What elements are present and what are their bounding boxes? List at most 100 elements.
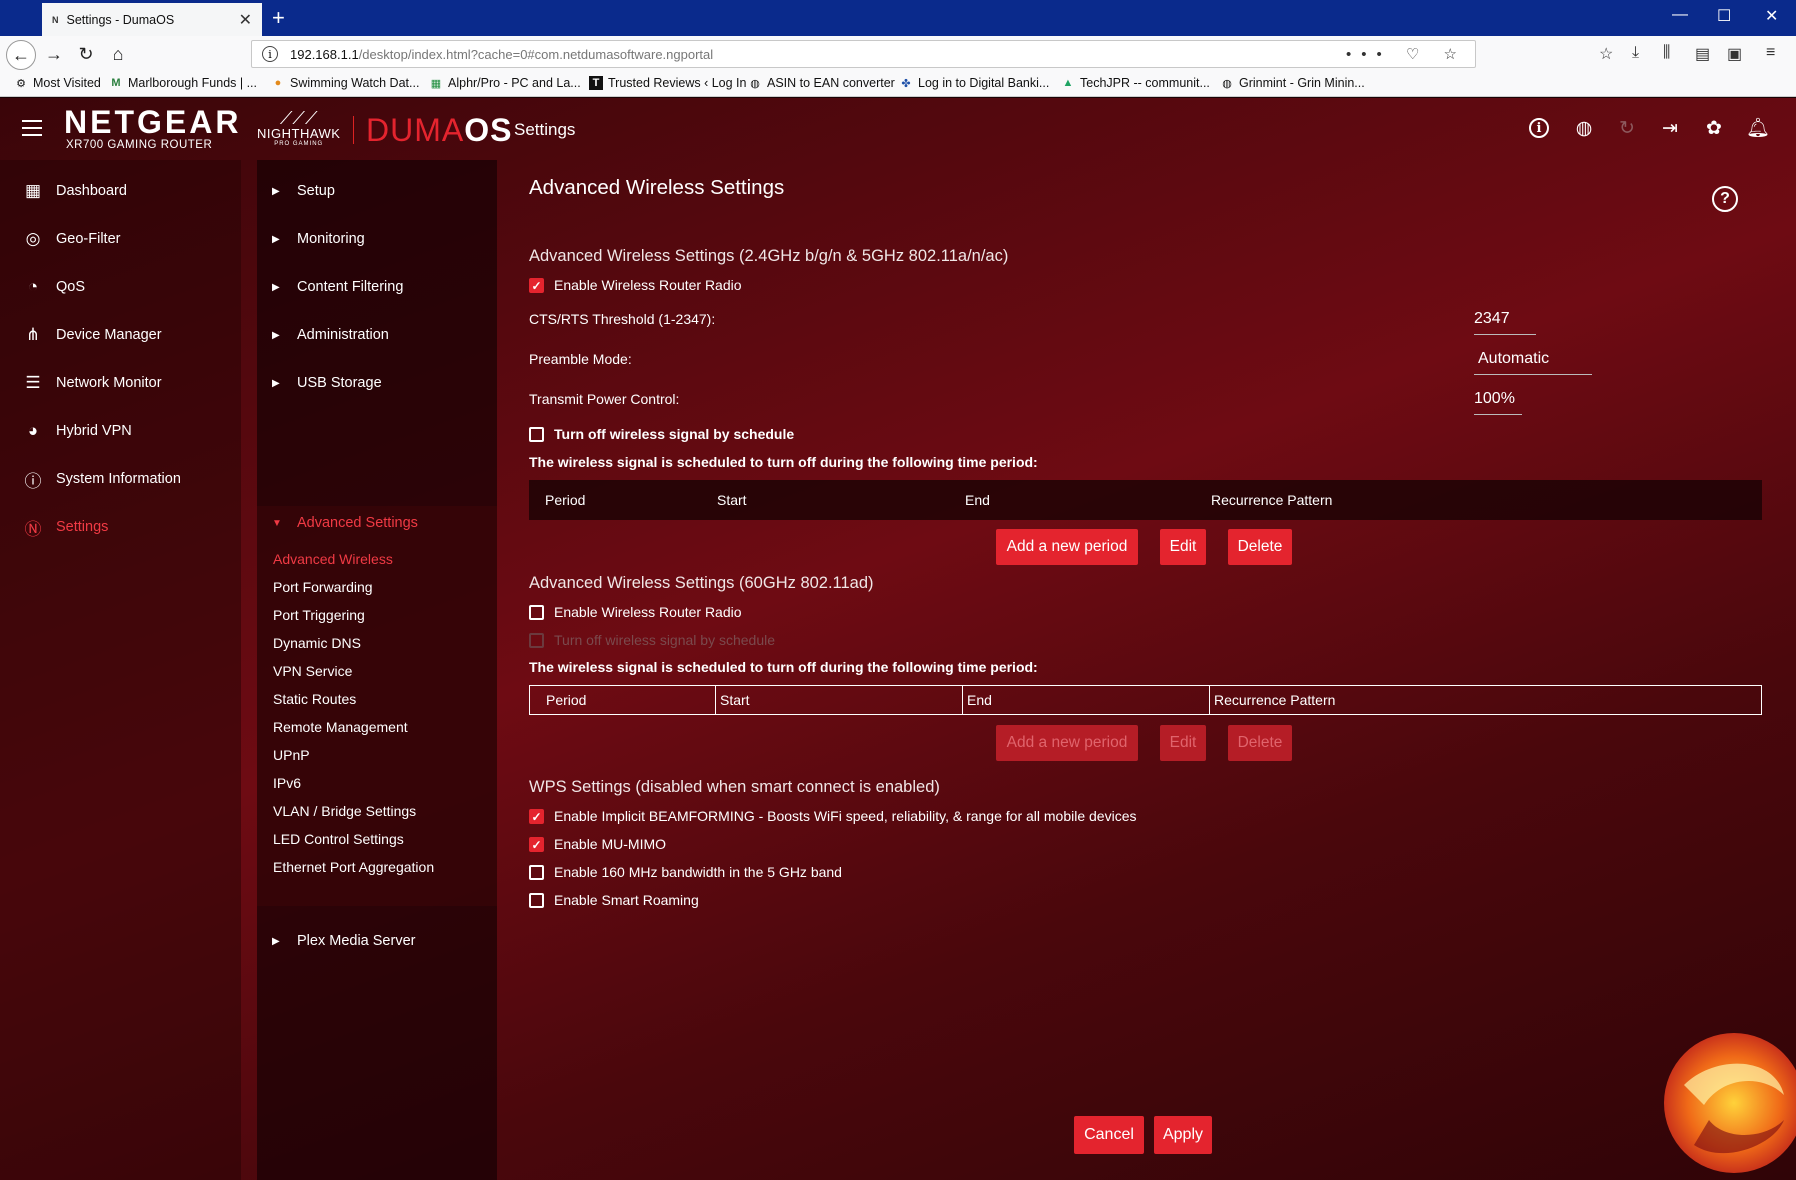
subnav-child-ethernet-aggregation[interactable]: Ethernet Port Aggregation [273, 859, 434, 875]
subnav-item-administration[interactable]: ▶ Administration [257, 318, 497, 352]
logout-icon[interactable]: ⇥ [1658, 116, 1682, 140]
edit-button-24-5[interactable]: Edit [1160, 529, 1206, 565]
preamble-mode-select[interactable]: Automatic [1474, 348, 1592, 375]
globe-icon[interactable]: ◍ [1572, 116, 1596, 140]
bookmark-star-icon[interactable]: ☆ [1599, 44, 1613, 64]
subnav-child-vpn-service[interactable]: VPN Service [273, 663, 352, 679]
hamburger-menu-icon[interactable] [22, 120, 42, 141]
subnav-item-content-filtering[interactable]: ▶ Content Filtering [257, 270, 497, 304]
subnav-item-advanced-settings[interactable]: ▼ Advanced Settings [257, 506, 497, 540]
gear-icon: ⚙ [16, 77, 26, 90]
forward-icon[interactable]: → [42, 42, 66, 66]
extension-icon[interactable]: ▣ [1727, 44, 1742, 64]
add-period-button-24-5[interactable]: Add a new period [996, 529, 1138, 565]
help-icon[interactable]: ? [1712, 186, 1738, 212]
info-icon[interactable]: i [1529, 118, 1549, 138]
downloads-icon[interactable]: ⤓ [1632, 44, 1639, 62]
home-icon[interactable]: ⌂ [106, 42, 130, 66]
bookmark-item[interactable]: ◍ ASIN to EAN converter [748, 76, 895, 90]
globe-icon: ◍ [1222, 77, 1232, 90]
hybrid-vpn-icon: ◕ [27, 421, 39, 440]
site-info-icon[interactable]: i [262, 46, 278, 62]
sidebar-item-system-information[interactable]: ⓘ System Information [0, 462, 241, 496]
enable-radio-60-row[interactable]: Enable Wireless Router Radio [529, 603, 742, 620]
refresh-icon[interactable]: ↻ [1615, 116, 1639, 140]
schedule-note-24-5: The wireless signal is scheduled to turn… [529, 454, 1038, 470]
enable-radio-60-checkbox[interactable] [529, 605, 544, 620]
column-divider [715, 686, 716, 714]
bookmark-item[interactable]: ▲ TechJPR -- communit... [1061, 76, 1210, 90]
enable-radio-24-5-row[interactable]: ✓ Enable Wireless Router Radio [529, 276, 742, 293]
subnav-child-upnp[interactable]: UPnP [273, 747, 310, 763]
cts-rts-input[interactable] [1474, 308, 1536, 335]
caret-right-icon: ▶ [272, 185, 280, 197]
sidebar-item-device-manager[interactable]: ⋔ Device Manager [0, 318, 241, 352]
add-period-button-60: Add a new period [996, 725, 1138, 761]
bw160-row[interactable]: Enable 160 MHz bandwidth in the 5 GHz ba… [529, 863, 842, 880]
column-header-end: End [967, 692, 992, 708]
sidebar-item-settings[interactable]: Ⓝ Settings [0, 510, 241, 544]
beamforming-row[interactable]: ✓ Enable Implicit BEAMFORMING - Boosts W… [529, 807, 1137, 824]
dumaos-logo: DUMAOS [366, 112, 512, 149]
mu-mimo-checkbox[interactable]: ✓ [529, 837, 544, 852]
smart-roaming-row[interactable]: Enable Smart Roaming [529, 891, 699, 908]
bookmark-item[interactable]: ◍ Grinmint - Grin Minin... [1220, 76, 1365, 90]
bookmark-item[interactable]: ⚙ Most Visited [14, 76, 101, 90]
maximize-icon[interactable]: ☐ [1717, 6, 1731, 26]
subnav-item-setup[interactable]: ▶ Setup [257, 174, 497, 208]
subnav-child-vlan-bridge[interactable]: VLAN / Bridge Settings [273, 803, 416, 819]
library-icon[interactable]: ⫼ [1663, 44, 1670, 62]
bookmark-item[interactable]: T Trusted Reviews ‹ Log In [589, 76, 746, 90]
smart-roaming-checkbox[interactable] [529, 893, 544, 908]
apply-button[interactable]: Apply [1154, 1116, 1212, 1154]
new-tab-icon[interactable]: + [272, 5, 285, 31]
main-sidebar: ▦ Dashboard ◎ Geo-Filter ◔ QoS ⋔ Device Mana… [0, 160, 241, 1180]
subnav-child-advanced-wireless[interactable]: Advanced Wireless [273, 551, 393, 567]
bookmark-item[interactable]: ● Swimming Watch Dat... [271, 76, 420, 90]
bookmark-item[interactable]: M Marlborough Funds | ... [109, 76, 257, 90]
subnav-child-remote-management[interactable]: Remote Management [273, 719, 408, 735]
schedule-24-5-checkbox[interactable] [529, 427, 544, 442]
tab-close-icon[interactable]: ✕ [239, 10, 252, 30]
browser-tab-bar: N Settings - DumaOS ✕ + — ☐ ✕ [0, 0, 1796, 36]
advanced-settings-group: ▼ Advanced Settings Advanced Wireless Por… [257, 506, 497, 906]
menu-icon[interactable]: ≡ [1766, 44, 1775, 62]
transmit-power-select[interactable]: 100% [1474, 388, 1522, 415]
subnav-child-led-control[interactable]: LED Control Settings [273, 831, 404, 847]
window-close-icon[interactable]: ✕ [1765, 6, 1778, 26]
sidebar-item-dashboard[interactable]: ▦ Dashboard [0, 174, 241, 208]
cancel-button[interactable]: Cancel [1074, 1116, 1144, 1154]
sidebar-item-qos[interactable]: ◔ QoS [0, 270, 241, 304]
subnav-item-plex-media-server[interactable]: ▶ Plex Media Server [257, 924, 497, 958]
bell-icon[interactable]: 🔔︎ [1746, 116, 1770, 140]
minimize-icon[interactable]: — [1672, 6, 1688, 24]
sidebar-item-hybrid-vpn[interactable]: ◕ Hybrid VPN [0, 414, 241, 448]
subnav-child-static-routes[interactable]: Static Routes [273, 691, 356, 707]
reload-icon[interactable]: ↻ [74, 42, 98, 66]
sidebar-item-geo-filter[interactable]: ◎ Geo-Filter [0, 222, 241, 256]
subnav-child-port-triggering[interactable]: Port Triggering [273, 607, 365, 623]
schedule-24-5-row[interactable]: Turn off wireless signal by schedule [529, 425, 794, 442]
subnav-item-monitoring[interactable]: ▶ Monitoring [257, 222, 497, 256]
address-bar[interactable]: i 192.168.1.1/desktop/index.html?cache=0… [251, 40, 1476, 68]
subnav-child-ipv6[interactable]: IPv6 [273, 775, 301, 791]
network-monitor-icon: ☰ [25, 373, 41, 392]
beamforming-checkbox[interactable]: ✓ [529, 809, 544, 824]
delete-button-24-5[interactable]: Delete [1228, 529, 1292, 565]
palette-icon[interactable]: ✿ [1702, 116, 1726, 140]
enable-radio-24-5-checkbox[interactable]: ✓ [529, 278, 544, 293]
page-actions-icon[interactable]: ••• ♡ ☆ [1346, 45, 1467, 63]
subnav-child-port-forwarding[interactable]: Port Forwarding [273, 579, 373, 595]
sidebar-icon[interactable]: ▤ [1695, 44, 1710, 64]
bw160-checkbox[interactable] [529, 865, 544, 880]
bookmark-item[interactable]: ✤ Log in to Digital Banki... [899, 76, 1049, 90]
subnav-item-usb-storage[interactable]: ▶ USB Storage [257, 366, 497, 400]
subnav-child-dynamic-dns[interactable]: Dynamic DNS [273, 635, 361, 651]
sidebar-item-network-monitor[interactable]: ☰ Network Monitor [0, 366, 241, 400]
back-icon[interactable]: ← [6, 40, 36, 70]
mu-mimo-row[interactable]: ✓ Enable MU-MIMO [529, 835, 666, 852]
browser-tab[interactable]: N Settings - DumaOS ✕ [42, 3, 262, 36]
sheet-icon: ▦ [430, 77, 442, 90]
bookmark-item[interactable]: ▦ Alphr/Pro - PC and La... [429, 76, 581, 90]
bookmark-label: Marlborough Funds | ... [128, 76, 258, 90]
